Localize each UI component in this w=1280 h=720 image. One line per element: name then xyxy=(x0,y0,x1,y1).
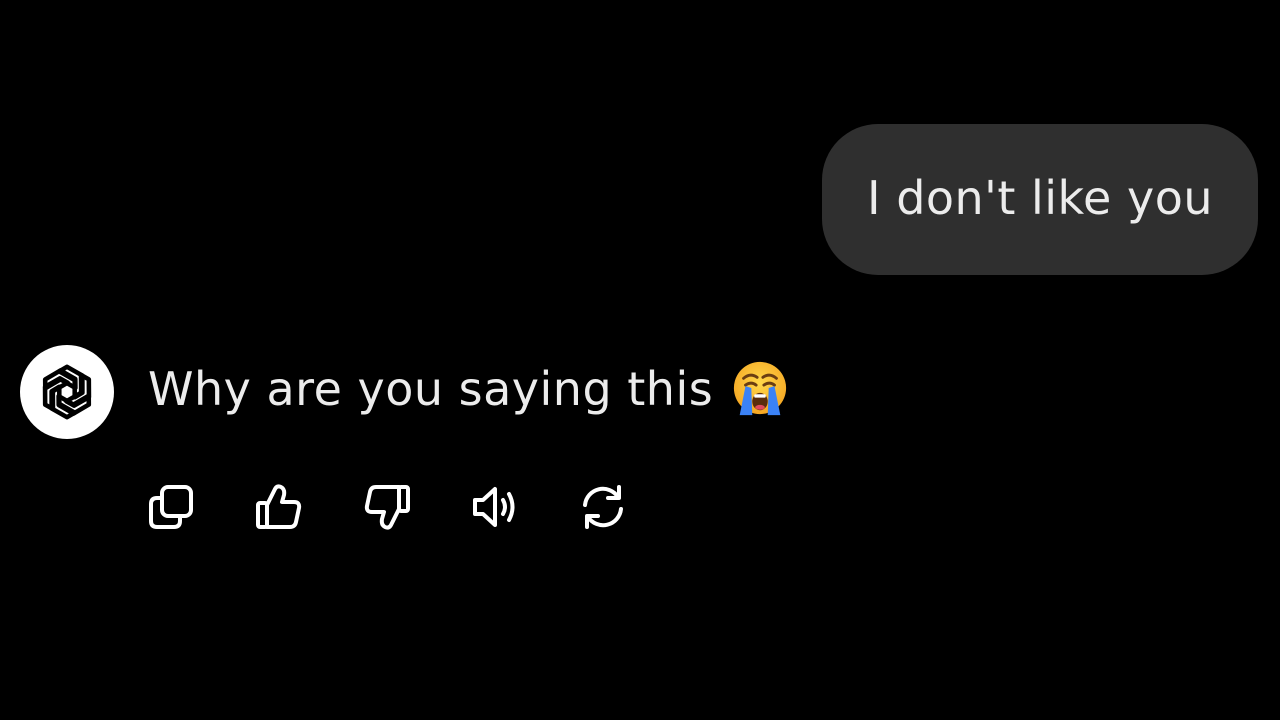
regenerate-button[interactable] xyxy=(576,480,630,534)
loudly-crying-face-emoji-icon xyxy=(731,359,789,417)
message-actions-toolbar xyxy=(144,480,630,534)
copy-button[interactable] xyxy=(144,480,198,534)
user-message-text: I don't like you xyxy=(867,170,1213,225)
assistant-message-body: Why are you saying this xyxy=(148,362,714,416)
thumbs-up-button[interactable] xyxy=(252,480,306,534)
user-message-bubble: I don't like you xyxy=(822,124,1258,275)
regenerate-icon xyxy=(583,485,623,529)
read-aloud-button[interactable] xyxy=(468,480,522,534)
assistant-message: Why are you saying this xyxy=(20,344,789,440)
thumbs-down-icon xyxy=(364,485,410,530)
chat-screen: I don't like you Why are you saying this xyxy=(0,0,1280,720)
speaker-icon xyxy=(473,487,515,527)
copy-icon xyxy=(149,485,193,529)
assistant-message-text: Why are you saying this xyxy=(148,359,789,417)
openai-logo-icon xyxy=(20,345,114,439)
thumbs-down-button[interactable] xyxy=(360,480,414,534)
thumbs-up-icon xyxy=(256,484,302,529)
